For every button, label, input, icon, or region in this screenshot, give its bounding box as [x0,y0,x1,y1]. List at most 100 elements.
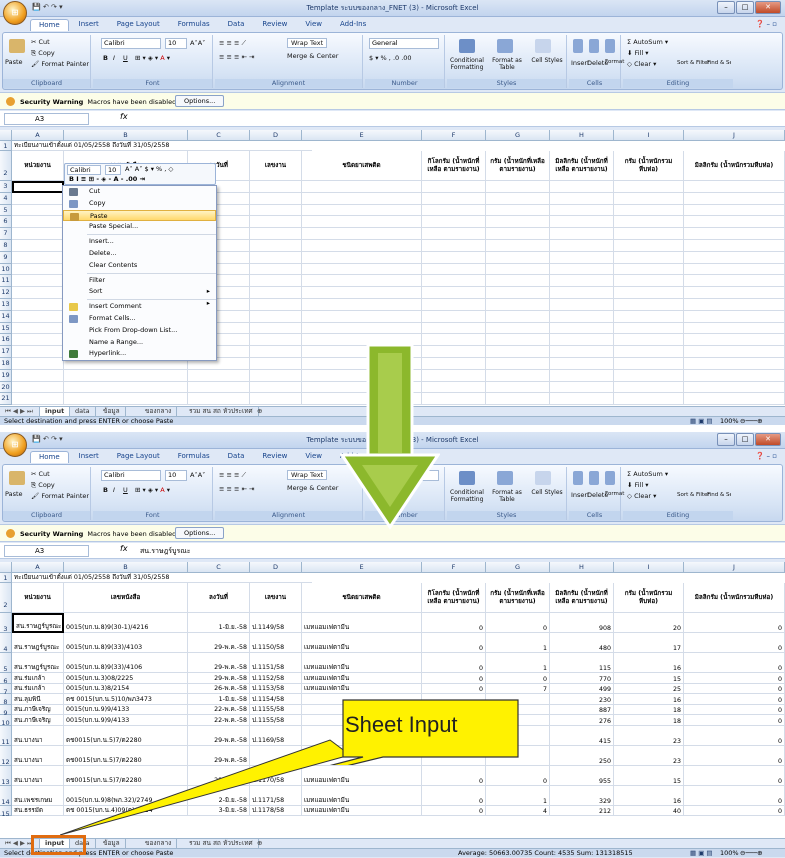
row-header[interactable]: 5 [0,204,12,217]
select-all-corner[interactable] [0,130,12,141]
cell[interactable] [302,322,422,335]
find-select-button[interactable]: Find & Select [707,60,731,66]
format-painter-button[interactable]: 🖌 Format Painter [31,60,89,68]
menu-item-sort[interactable]: Sort ▸ [63,286,216,307]
row-header[interactable]: 14 [0,310,12,323]
row-header[interactable]: 8 [0,694,12,706]
tab-page-layout[interactable]: Page Layout [109,19,168,31]
view-buttons[interactable]: ▦ ▣ ▤ [690,417,713,425]
cell[interactable] [422,216,486,229]
merge-center-button[interactable]: Merge & Center [287,484,338,492]
cell-a[interactable]: สน.ราษฎร์บูรณะ [12,653,64,673]
cell[interactable] [486,346,550,358]
zoom-slider[interactable]: ⊖───⊕ [740,417,763,425]
mini-font-select[interactable]: Calibri [67,165,101,175]
cell[interactable] [486,240,550,252]
row-header[interactable]: 10 [0,715,12,727]
cell[interactable] [250,310,302,323]
cell[interactable] [684,334,785,347]
cell[interactable] [684,263,785,276]
align-top-buttons[interactable]: ≡ ≡ ≡ ⟋ [219,471,246,480]
cell[interactable] [302,263,422,276]
row-header[interactable]: 9 [0,251,12,264]
bold-button[interactable]: B [103,486,108,494]
grow-font-button[interactable]: A˄A˅ [190,471,205,479]
cell-styles-icon[interactable] [535,471,551,485]
grow-font-button[interactable]: A˄A˅ [190,39,205,47]
cell[interactable] [486,228,550,240]
cell-f[interactable]: 0 [422,805,486,816]
cell[interactable] [486,381,550,394]
cell[interactable] [684,310,785,323]
menu-item-paste-special[interactable]: Paste Special... [63,221,216,233]
tab-add-ins[interactable]: Add-Ins [332,19,374,31]
row-header[interactable]: 3 [0,181,12,193]
cut-button[interactable]: ✂ Cut [31,38,50,46]
zoom-level[interactable]: 100% [720,849,739,857]
cell[interactable] [250,299,302,311]
cell[interactable] [12,358,64,370]
maximize-button[interactable]: □ [736,1,754,14]
underline-button[interactable]: U [123,54,128,62]
cell[interactable] [550,181,614,193]
quick-access-toolbar[interactable]: 💾 ↶ ↷ ▾ [32,435,63,443]
row-header[interactable]: 2 [0,151,12,181]
row-header[interactable]: 1 [0,141,12,151]
cell-j[interactable]: 0 [684,805,785,816]
column-header-a[interactable]: A [12,130,64,141]
maximize-button[interactable]: □ [736,433,754,446]
select-all-corner[interactable] [0,562,12,573]
zoom-slider[interactable]: ⊖───⊕ [740,849,763,857]
cell-c[interactable]: 26-พ.ค.-58 [188,683,250,694]
cell[interactable] [302,192,422,205]
cell-h[interactable]: 115 [550,653,614,673]
name-box[interactable]: A3 [4,113,89,125]
cell[interactable] [12,216,64,229]
cell-i[interactable]: 25 [614,683,684,694]
cell-d[interactable]: ป.1149/58 [250,613,302,633]
font-size-select[interactable]: 10 [165,470,187,481]
mini-format-buttons[interactable]: B I ≡ ⊞ - ◈ - A - .00 ⇥ [69,175,145,183]
header-cell-i[interactable]: กรัม (น้ำหนักรวมหีบห่อ) [614,151,684,181]
cell-j[interactable]: 0 [684,765,785,786]
cell[interactable] [550,358,614,370]
row-header[interactable]: 5 [0,653,12,673]
row-header[interactable]: 20 [0,381,12,394]
clear-button[interactable]: ◇ Clear ▾ [627,492,656,500]
cell[interactable] [422,240,486,252]
cell[interactable] [614,251,684,264]
row-header[interactable]: 18 [0,358,12,370]
cell[interactable] [550,216,614,229]
header-cell-a[interactable]: หน่วยงาน [12,151,64,181]
header-cell-g[interactable]: กรัม (น้ำหนักที่เหลือ ตามรายงาน) [486,151,550,181]
format-table-button[interactable]: Format as Table [487,57,527,71]
bold-button[interactable]: B [103,54,108,62]
row-header[interactable]: 4 [0,192,12,205]
italic-button[interactable]: I [113,54,115,62]
autosum-button[interactable]: Σ AutoSum ▾ [627,38,668,46]
tab-insert[interactable]: Insert [71,19,107,31]
cell[interactable] [250,240,302,252]
row-header[interactable]: 17 [0,346,12,358]
cell[interactable] [614,204,684,217]
paste-icon[interactable] [9,471,25,485]
cell-g[interactable]: 7 [486,683,550,694]
cell[interactable] [250,192,302,205]
cell-a[interactable]: สน.บางนา [12,765,64,786]
format-painter-button[interactable]: 🖌 Format Painter [31,492,89,500]
cell[interactable] [486,216,550,229]
cell-e[interactable]: เมทแอมเฟตามีน [302,673,422,684]
cell-e[interactable]: เมทแอมเฟตามีน [302,653,422,673]
cell[interactable] [250,228,302,240]
cell[interactable] [12,322,64,335]
cell-d[interactable]: ป.1152/58 [250,673,302,684]
cell-b[interactable]: 0015(บก.น.8)9(33)/4103 [64,633,188,653]
cell[interactable] [614,192,684,205]
cell-g[interactable]: 4 [486,805,550,816]
menu-item-insert[interactable]: Insert... [63,236,216,248]
header-cell-g[interactable]: กรัม (น้ำหนักที่เหลือ ตามรายงาน) [486,583,550,613]
row-header[interactable]: 7 [0,228,12,240]
cell-b[interactable]: 0015(บก.น.3)8/2154 [64,683,188,694]
align-buttons[interactable]: ≡ ≡ ≡ ⇤ ⇥ [219,53,255,61]
row-header[interactable]: 3 [0,613,12,633]
